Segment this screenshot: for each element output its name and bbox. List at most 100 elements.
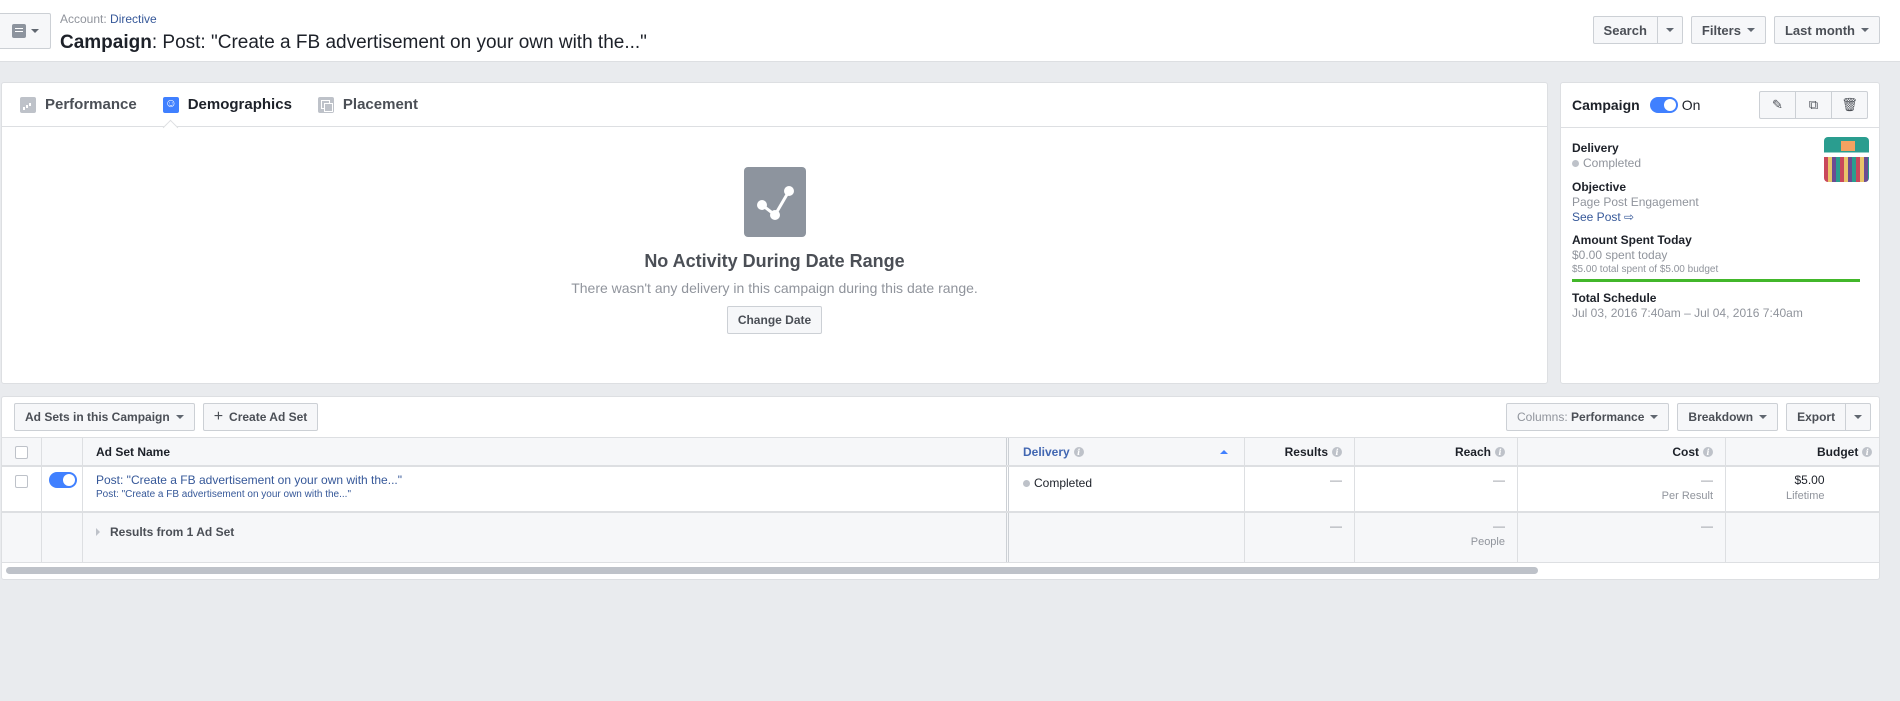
summary-results: — <box>1330 519 1342 533</box>
column-header-results[interactable]: Results i <box>1245 438 1355 465</box>
edit-button[interactable]: ✎ <box>1759 91 1796 119</box>
status-dot-icon <box>1572 160 1579 167</box>
ad-set-name-link[interactable]: Post: "Create a FB advertisement on your… <box>96 473 402 487</box>
summary-toggle[interactable]: Results from 1 Ad Set <box>96 525 234 539</box>
budget-progress-bar <box>1572 279 1860 282</box>
view-menu-button[interactable] <box>0 13 51 49</box>
row-checkbox[interactable] <box>15 475 28 488</box>
external-link-icon: ⇨ <box>1624 210 1635 224</box>
see-post-label: See Post <box>1572 210 1621 224</box>
results-value: — <box>1330 473 1342 487</box>
ad-sets-view-dropdown[interactable]: Ad Sets in this Campaign <box>14 403 195 431</box>
schedule-value: Jul 03, 2016 7:40am – Jul 04, 2016 7:40a… <box>1572 306 1803 320</box>
search-dropdown-button[interactable] <box>1657 16 1683 44</box>
table-row: Post: "Create a FB advertisement on your… <box>2 467 1879 513</box>
empty-state-message: There wasn't any delivery in this campai… <box>571 280 978 296</box>
status-dot-icon <box>1023 480 1030 487</box>
filters-label: Filters <box>1701 22 1741 38</box>
amount-spent-today: $0.00 spent today <box>1572 248 1668 262</box>
schedule-section: Total Schedule Jul 03, 2016 7:40am – Jul… <box>1572 291 1868 321</box>
export-dropdown-button[interactable] <box>1846 403 1872 431</box>
schedule-label: Total Schedule <box>1572 291 1657 305</box>
objective-label: Objective <box>1572 180 1627 194</box>
search-split-button: Search <box>1592 16 1683 44</box>
columns-value: Performance <box>1571 410 1645 424</box>
insights-tabs: Performance Demographics Placement <box>2 83 1547 127</box>
column-label: Budget <box>1817 444 1859 459</box>
campaign-thumbnail <box>1824 137 1869 182</box>
table-header-row: Ad Set Name Delivery i Results i Reach i Co… <box>2 437 1879 467</box>
ad-set-status-toggle[interactable] <box>49 472 77 488</box>
breakdown-dropdown[interactable]: Breakdown <box>1677 403 1779 431</box>
placement-icon <box>317 96 334 113</box>
info-icon[interactable]: i <box>1703 446 1713 457</box>
delivery-status: Completed <box>1034 476 1093 490</box>
summary-reach-sub: People <box>1470 536 1505 548</box>
column-label: Ad Set Name <box>96 444 171 459</box>
tab-placement[interactable]: Placement <box>317 83 418 127</box>
date-range-button[interactable]: Last month <box>1773 16 1880 44</box>
account-link[interactable]: Directive <box>110 12 157 26</box>
plus-icon: + <box>213 408 224 425</box>
summary-reach: — <box>1493 519 1505 533</box>
column-header-reach[interactable]: Reach i <box>1355 438 1518 465</box>
cost-sub: Per Result <box>1661 490 1713 502</box>
change-date-button[interactable]: Change Date <box>726 306 823 334</box>
delete-button[interactable]: 🗑 <box>1831 91 1868 119</box>
ad-set-sub-name: Post: "Create a FB advertisement on your… <box>96 489 351 500</box>
chevron-down-icon <box>1665 28 1674 32</box>
filters-button[interactable]: Filters <box>1690 16 1766 44</box>
document-icon <box>11 24 26 38</box>
search-button[interactable]: Search <box>1592 16 1658 44</box>
columns-prefix: Columns: <box>1517 410 1568 424</box>
insights-panel: Performance Demographics Placement No Ac… <box>1 82 1548 384</box>
export-button[interactable]: Export <box>1786 403 1847 431</box>
column-label: Results <box>1284 444 1328 459</box>
info-icon[interactable]: i <box>1073 446 1084 457</box>
column-header-ad-set-name[interactable]: Ad Set Name <box>83 438 1009 465</box>
create-label: Create Ad Set <box>229 410 308 424</box>
empty-state-title: No Activity During Date Range <box>644 251 905 271</box>
account-breadcrumb: Account: Directive <box>60 12 157 26</box>
date-range-label: Last month <box>1784 22 1855 38</box>
column-header-cost[interactable]: Cost i <box>1518 438 1726 465</box>
column-label: Delivery <box>1023 444 1070 459</box>
amount-spent-section: Amount Spent Today $0.00 spent today $5.… <box>1572 233 1868 282</box>
select-all-checkbox[interactable] <box>15 446 28 459</box>
info-icon[interactable]: i <box>1332 446 1342 457</box>
create-ad-set-button[interactable]: + Create Ad Set <box>202 403 319 431</box>
tab-label: Demographics <box>187 96 292 113</box>
info-icon[interactable]: i <box>1495 446 1505 457</box>
campaign-summary-title: Campaign <box>1572 97 1640 113</box>
bar-chart-icon <box>20 96 36 113</box>
horizontal-scrollbar[interactable] <box>6 567 1538 574</box>
info-icon[interactable]: i <box>1862 446 1873 457</box>
chevron-down-icon <box>175 415 184 419</box>
campaign-status-toggle[interactable] <box>1649 97 1678 113</box>
ad-sets-table: Ad Set Name Delivery i Results i Reach i Co… <box>2 437 1879 563</box>
amount-spent-total: $5.00 total spent of $5.00 budget <box>1572 264 1719 275</box>
column-header-budget[interactable]: Budget i <box>1726 438 1879 465</box>
chevron-down-icon <box>1759 415 1768 419</box>
summary-label: Results from 1 Ad Set <box>110 525 235 539</box>
chevron-down-icon <box>1746 28 1755 32</box>
line-chart-icon <box>743 167 806 237</box>
view-label: Ad Sets in this Campaign <box>25 410 170 424</box>
amount-spent-label: Amount Spent Today <box>1572 233 1692 247</box>
summary-row: Results from 1 Ad Set — — People — <box>2 513 1879 563</box>
tab-performance[interactable]: Performance <box>20 83 137 127</box>
budget-value: $5.00 <box>1794 473 1825 487</box>
column-label: Cost <box>1672 444 1699 459</box>
column-header-delivery[interactable]: Delivery i <box>1009 438 1245 465</box>
columns-dropdown[interactable]: Columns: Performance <box>1506 403 1670 431</box>
people-icon <box>162 96 179 113</box>
summary-cost: — <box>1701 519 1713 533</box>
tab-demographics[interactable]: Demographics <box>162 83 292 127</box>
chevron-down-icon <box>1650 415 1659 419</box>
edit-icon: ✎ <box>1772 97 1783 112</box>
delete-icon: 🗑 <box>1841 97 1858 112</box>
expand-arrow-icon <box>96 528 100 536</box>
duplicate-button[interactable]: ⧉ <box>1795 91 1832 119</box>
cost-value: — <box>1701 473 1713 487</box>
see-post-link[interactable]: See Post ⇨ <box>1572 210 1634 224</box>
